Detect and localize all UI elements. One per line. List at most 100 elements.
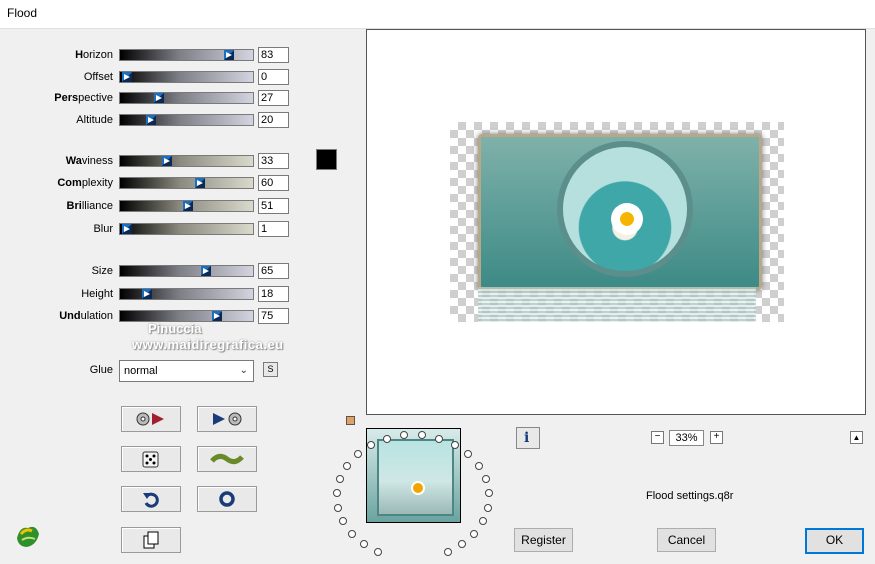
param-label: Horizon	[3, 48, 113, 62]
ring-dot[interactable]	[336, 475, 345, 484]
param-slider[interactable]	[119, 49, 254, 61]
slider-thumb[interactable]	[145, 115, 156, 125]
dice-icon	[142, 451, 159, 468]
cancel-button[interactable]: Cancel	[657, 528, 716, 552]
param-label-accel: Und	[59, 310, 81, 322]
ring-dot[interactable]	[478, 517, 487, 526]
save-preset-button[interactable]	[197, 406, 257, 432]
param-label-text: ulation	[80, 310, 113, 322]
info-button[interactable]: i	[516, 427, 540, 449]
param-label: Offset	[3, 70, 113, 84]
daisy-image	[611, 203, 643, 235]
param-label: Complexity	[3, 176, 113, 190]
ring-dot[interactable]	[334, 503, 343, 512]
param-value-field[interactable]: 0	[258, 69, 289, 85]
param-slider[interactable]	[119, 288, 254, 300]
ring-dot[interactable]	[353, 450, 362, 459]
param-value-field[interactable]: 75	[258, 308, 289, 324]
title-bar: Flood	[0, 0, 875, 29]
navigator-handle[interactable]	[346, 416, 355, 425]
param-label-accel: Bri	[66, 200, 82, 212]
ring-dot[interactable]	[347, 529, 356, 538]
reset-button[interactable]	[197, 486, 257, 512]
param-slider[interactable]	[119, 71, 254, 83]
ring-dot[interactable]	[474, 461, 483, 470]
slider-thumb[interactable]	[224, 50, 235, 60]
ok-button[interactable]: OK	[805, 528, 864, 554]
preview-image	[450, 122, 784, 322]
preview-frame	[478, 134, 762, 290]
register-button[interactable]: Register	[514, 528, 573, 552]
thumbnail-image	[377, 439, 454, 516]
ring-dot[interactable]	[481, 475, 490, 484]
param-value-field[interactable]: 83	[258, 47, 289, 63]
slider-thumb[interactable]	[121, 224, 132, 234]
slider-thumb[interactable]	[161, 156, 172, 166]
param-value-field[interactable]: 27	[258, 90, 289, 106]
navigator-thumbnail[interactable]	[366, 428, 461, 523]
flood-color-swatch[interactable]	[316, 149, 337, 170]
param-label-text: Altitude	[76, 114, 113, 126]
ring-dot[interactable]	[450, 441, 459, 450]
param-value-field[interactable]: 33	[258, 153, 289, 169]
ring-dot[interactable]	[374, 548, 383, 557]
slider-thumb[interactable]	[201, 266, 212, 276]
copy-button[interactable]	[121, 527, 181, 553]
ring-dot[interactable]	[359, 540, 368, 549]
param-slider[interactable]	[119, 200, 254, 212]
param-value-field[interactable]: 65	[258, 263, 289, 279]
ring-dot[interactable]	[339, 517, 348, 526]
thumbnail-flower	[411, 481, 425, 495]
param-value-field[interactable]: 20	[258, 112, 289, 128]
param-slider[interactable]	[119, 265, 254, 277]
ring-dot[interactable]	[458, 540, 467, 549]
param-label-accel: Pers	[54, 92, 79, 104]
info-icon: i	[524, 430, 530, 446]
flood-reflection	[478, 287, 756, 322]
glue-s-button[interactable]: S	[263, 362, 278, 377]
chevron-down-icon: ⌄	[239, 365, 248, 376]
zoom-out-button[interactable]: −	[651, 431, 664, 444]
glue-select[interactable]: normal ⌄	[119, 360, 254, 382]
slider-thumb[interactable]	[153, 93, 164, 103]
caret-up-icon[interactable]: ▲	[850, 431, 863, 444]
param-label: Undulation	[3, 309, 113, 323]
load-preset-button[interactable]	[121, 406, 181, 432]
zoom-level: 33%	[669, 430, 704, 446]
slider-thumb[interactable]	[182, 201, 193, 211]
ring-dot[interactable]	[483, 503, 492, 512]
randomize-button[interactable]	[121, 446, 181, 472]
param-label: Perspective	[3, 91, 113, 105]
param-slider[interactable]	[119, 155, 254, 167]
zoom-in-button[interactable]: +	[710, 431, 723, 444]
ring-dot[interactable]	[343, 461, 352, 470]
ring-dot[interactable]	[443, 548, 452, 557]
ring-dot[interactable]	[434, 434, 443, 443]
settings-filename: Flood settings.q8r	[646, 490, 734, 502]
param-value-field[interactable]: 51	[258, 198, 289, 214]
ring-dot[interactable]	[383, 434, 392, 443]
undo-button[interactable]	[121, 486, 181, 512]
param-value-field[interactable]: 18	[258, 286, 289, 302]
param-value-field[interactable]: 60	[258, 175, 289, 191]
load-preset-icon	[136, 412, 164, 426]
ring-dot[interactable]	[484, 489, 493, 498]
param-label-accel: H	[75, 49, 84, 61]
slider-thumb[interactable]	[194, 178, 205, 188]
ring-dot[interactable]	[333, 489, 342, 498]
param-label-text: Height	[81, 288, 113, 300]
param-slider[interactable]	[119, 114, 254, 126]
ring-dot[interactable]	[464, 450, 473, 459]
slider-thumb[interactable]	[121, 72, 132, 82]
param-slider[interactable]	[119, 223, 254, 235]
param-slider[interactable]	[119, 92, 254, 104]
glue-label: Glue	[89, 364, 113, 376]
ring-dot[interactable]	[470, 529, 479, 538]
slider-thumb[interactable]	[212, 311, 223, 321]
param-value-field[interactable]: 1	[258, 221, 289, 237]
param-slider[interactable]	[119, 177, 254, 189]
slider-thumb[interactable]	[141, 289, 152, 299]
wave-button[interactable]	[197, 446, 257, 472]
save-preset-icon	[213, 412, 242, 426]
preview-panel[interactable]	[366, 29, 866, 415]
